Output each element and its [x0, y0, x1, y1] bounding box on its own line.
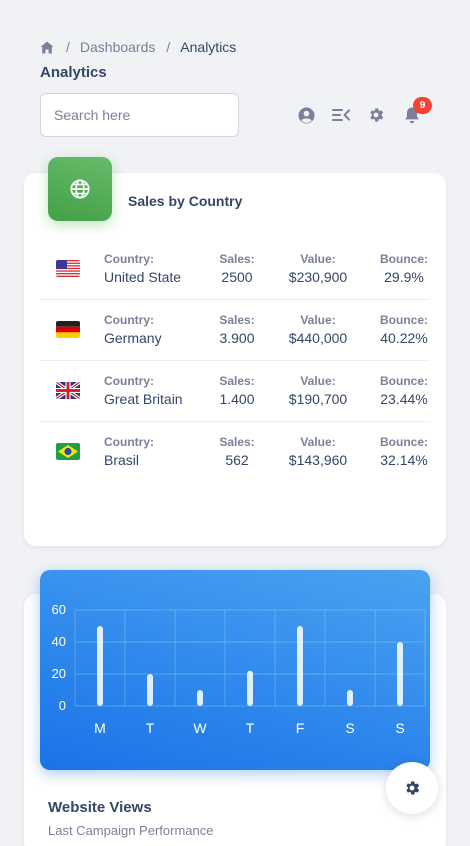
value-amount: $143,960 [288, 451, 348, 468]
gear-icon[interactable] [367, 106, 385, 124]
sales-value: 2500 [221, 268, 253, 285]
value-label: Value: [300, 374, 336, 388]
globe-icon [48, 157, 112, 221]
sales-cell: Sales: 2500 [207, 252, 267, 286]
chart-bar [297, 626, 303, 706]
country-cell: Country: Germany [104, 313, 162, 347]
table-row: Country: Brasil Sales: 562 Value: $143,960 … [40, 422, 430, 483]
country-label: Country: [104, 252, 154, 266]
x-tick-label: T [146, 720, 155, 736]
country-cell: Country: United State [104, 252, 181, 286]
br-flag-icon [56, 443, 80, 460]
country-label: Country: [104, 313, 154, 327]
x-tick-label: T [246, 720, 255, 736]
country-name: Brasil [104, 451, 140, 468]
chart-bar [97, 626, 103, 706]
value-amount: $190,700 [288, 390, 348, 407]
bounce-label: Bounce: [380, 252, 428, 266]
sales-cell: Sales: 562 [207, 435, 267, 469]
value-amount: $440,000 [288, 329, 348, 346]
country-cell: Country: Great Britain [104, 374, 183, 408]
country-name: Germany [104, 329, 162, 346]
y-tick-label: 60 [52, 602, 66, 617]
website-views-chart: 60 40 20 0 M T W T F S S [40, 570, 430, 770]
card-title: Sales by Country [128, 193, 243, 209]
value-cell: Value: $190,700 [278, 374, 358, 408]
country-cell: Country: Brasil [104, 435, 154, 469]
card-subtitle: Last Campaign Performance [48, 823, 214, 838]
bounce-label: Bounce: [380, 374, 428, 388]
value-amount: $230,900 [288, 268, 348, 285]
home-icon[interactable] [40, 41, 54, 54]
user-circle-icon[interactable] [297, 106, 315, 124]
breadcrumb-separator: / [66, 39, 70, 55]
bounce-rate: 29.9% [384, 268, 424, 285]
breadcrumb: / Dashboards / Analytics [40, 39, 247, 55]
breadcrumb-separator: / [166, 39, 171, 55]
value-label: Value: [300, 313, 336, 327]
sales-cell: Sales: 3.900 [207, 313, 267, 347]
search-box [40, 93, 239, 137]
country-label: Country: [104, 435, 154, 449]
us-flag-icon [56, 260, 80, 277]
sales-label: Sales: [219, 252, 255, 266]
sales-value: 1.400 [219, 390, 255, 407]
bounce-rate: 23.44% [380, 390, 428, 407]
table-row: Country: United State Sales: 2500 Value: $2… [40, 239, 430, 300]
bounce-cell: Bounce: 23.44% [375, 374, 433, 408]
gb-flag-icon [56, 382, 80, 399]
chart-bar [147, 674, 153, 706]
bounce-rate: 40.22% [380, 329, 428, 346]
sales-cell: Sales: 1.400 [207, 374, 267, 408]
gear-icon [403, 779, 421, 797]
de-flag-icon [56, 321, 80, 338]
country-name: Great Britain [104, 390, 183, 407]
country-label: Country: [104, 374, 154, 388]
x-tick-label: S [395, 720, 404, 736]
breadcrumb-link-dashboards[interactable]: Dashboards [80, 39, 156, 55]
bar-chart: 60 40 20 0 M T W T F S S [52, 602, 426, 736]
bounce-rate: 32.14% [380, 451, 428, 468]
y-tick-label: 20 [52, 666, 66, 681]
sales-value: 3.900 [219, 329, 255, 346]
search-input[interactable] [41, 94, 238, 136]
chart-bar [247, 670, 253, 706]
bounce-label: Bounce: [380, 313, 428, 327]
page-title: Analytics [40, 64, 107, 81]
chart-bar [347, 690, 353, 706]
sales-label: Sales: [219, 374, 255, 388]
chart-bar [397, 642, 403, 706]
x-tick-label: M [94, 720, 106, 736]
menu-open-icon[interactable] [332, 106, 350, 124]
x-tick-label: W [193, 720, 207, 736]
sales-label: Sales: [219, 313, 255, 327]
table-row: Country: Germany Sales: 3.900 Value: $440,0… [40, 300, 430, 361]
card-title: Website Views [48, 799, 152, 816]
value-label: Value: [300, 252, 336, 266]
notification-badge: 9 [413, 97, 432, 114]
chart-bar [197, 690, 203, 706]
bounce-cell: Bounce: 40.22% [375, 313, 433, 347]
table-row: Country: Great Britain Sales: 1.400 Value:… [40, 361, 430, 422]
x-tick-label: S [345, 720, 354, 736]
bounce-cell: Bounce: 32.14% [375, 435, 433, 469]
value-cell: Value: $230,900 [278, 252, 358, 286]
breadcrumb-current: Analytics [180, 39, 237, 55]
settings-fab-button[interactable] [386, 762, 438, 814]
country-name: United State [104, 268, 182, 285]
y-tick-label: 40 [52, 634, 66, 649]
sales-value: 562 [225, 451, 249, 468]
x-tick-label: F [296, 720, 305, 736]
bounce-cell: Bounce: 29.9% [375, 252, 433, 286]
sales-label: Sales: [219, 435, 255, 449]
bounce-label: Bounce: [380, 435, 428, 449]
value-cell: Value: $143,960 [278, 435, 358, 469]
y-tick-label: 0 [59, 698, 66, 713]
value-label: Value: [300, 435, 336, 449]
value-cell: Value: $440,000 [278, 313, 358, 347]
